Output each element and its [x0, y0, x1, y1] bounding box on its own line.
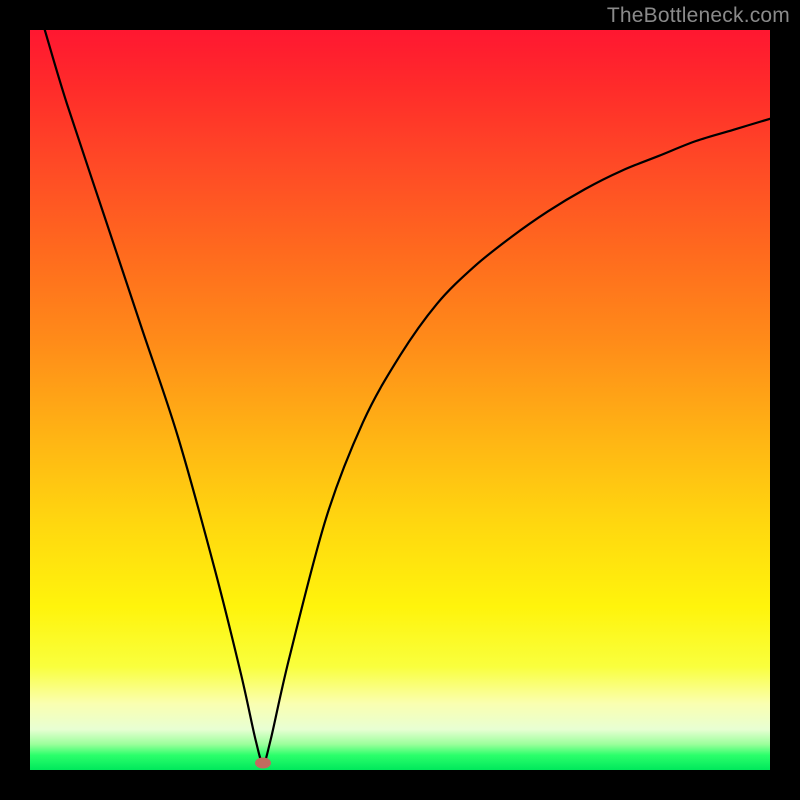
chart-frame: TheBottleneck.com	[0, 0, 800, 800]
line-series	[30, 30, 770, 770]
minimum-marker	[255, 757, 271, 768]
watermark-text: TheBottleneck.com	[607, 4, 790, 28]
plot-area	[30, 30, 770, 770]
